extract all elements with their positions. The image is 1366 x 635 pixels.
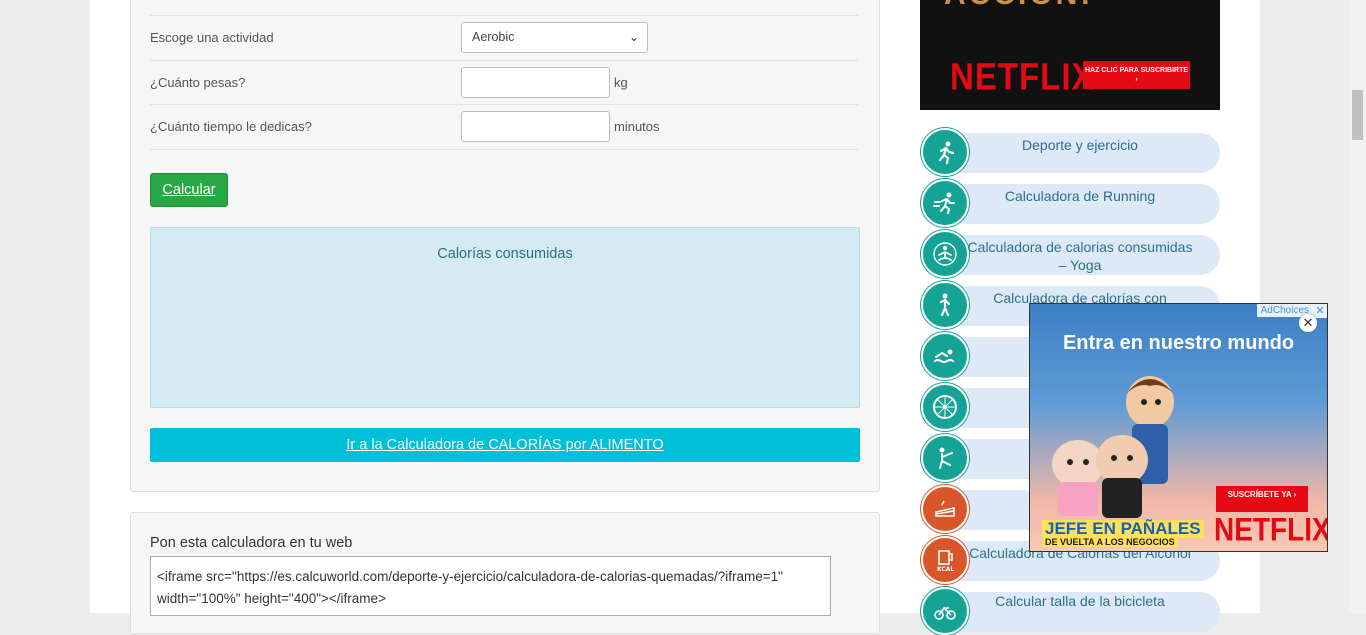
- netflix-banner-ad[interactable]: ACCIÓN! NETFLIX HAZ CLIC PARA SUSCRIBIRT…: [920, 0, 1220, 110]
- sidebar-item-label: Calculadora de Running: [1004, 188, 1156, 204]
- activity-select[interactable]: Aerobic ⌄: [461, 22, 648, 53]
- scrollbar-thumb[interactable]: [1352, 90, 1363, 140]
- ad-decor-text: ACCIÓN!: [944, 0, 1093, 12]
- sidebar-item-label: Deporte y ejercicio: [1022, 137, 1138, 153]
- svg-text:KCAL: KCAL: [937, 566, 954, 573]
- weight-field-wrap: kg: [461, 67, 628, 98]
- ad-subscribe-button[interactable]: SUSCRÍBETE YA ›: [1216, 486, 1308, 512]
- sidebar-item-yoga[interactable]: Calculadora de calorias consumidas – Yog…: [920, 228, 1220, 278]
- ad-characters-illustration: [1052, 376, 1174, 518]
- bicycle-icon: [921, 587, 969, 635]
- time-input[interactable]: [461, 111, 610, 142]
- cake-icon: [921, 485, 969, 533]
- adchoices-close-icon[interactable]: ✕: [1313, 304, 1327, 318]
- result-title: Calorías consumidas: [437, 246, 573, 262]
- weight-label: ¿Cuánto pesas?: [150, 75, 246, 90]
- bicycle-wheel-icon: [921, 383, 969, 431]
- time-label: ¿Cuánto tiempo le dedicas?: [150, 119, 312, 134]
- sidebar-item-bike-size[interactable]: Calcular talla de la bicicleta: [920, 585, 1220, 635]
- beer-kcal-icon: KCAL: [921, 536, 969, 584]
- scrollbar[interactable]: [1349, 0, 1366, 613]
- weight-input[interactable]: [461, 67, 610, 98]
- floating-netflix-ad[interactable]: AdChoices ✕ ✕ Entra en nuestro mundo SUS…: [1029, 303, 1328, 552]
- stretching-icon: [921, 434, 969, 482]
- movie-title: JEFE EN PAÑALES: [1042, 520, 1204, 538]
- chevron-down-icon: ⌄: [628, 30, 639, 44]
- time-unit: minutos: [614, 119, 660, 134]
- movie-subtitle: DE VUELTA A LOS NEGOCIOS: [1042, 537, 1178, 547]
- running-icon: [921, 128, 969, 176]
- calculate-button[interactable]: Calcular: [150, 173, 228, 207]
- activity-label: Escoge una actividad: [150, 30, 274, 45]
- time-row: ¿Cuánto tiempo le dedicas? minutos: [150, 104, 858, 150]
- sidebar-item-deporte[interactable]: Deporte y ejercicio: [920, 126, 1220, 176]
- netflix-logo: NETFLIX: [950, 55, 1095, 98]
- weight-unit: kg: [614, 75, 628, 90]
- ad-subscribe-button[interactable]: HAZ CLIC PARA SUSCRIBIRTE ›: [1083, 61, 1190, 89]
- close-icon[interactable]: ✕: [1299, 314, 1317, 332]
- time-field-wrap: minutos: [461, 111, 660, 142]
- netflix-logo: NETFLIX: [1214, 511, 1328, 548]
- food-calculator-link[interactable]: Ir a la Calculadora de CALORÍAS por ALIM…: [150, 428, 860, 462]
- sprint-icon: [921, 179, 969, 227]
- weight-row: ¿Cuánto pesas? kg: [150, 60, 858, 105]
- sidebar-item-running[interactable]: Calculadora de Running: [920, 177, 1220, 227]
- swimming-icon: [921, 332, 969, 380]
- embed-title: Pon esta calculadora en tu web: [150, 535, 353, 551]
- activity-select-value: Aerobic: [472, 30, 515, 44]
- sidebar-item-label: Calculadora de calorias consumidas – Yog…: [967, 239, 1193, 273]
- result-box: Calorías consumidas: [150, 227, 860, 408]
- ad-headline: Entra en nuestro mundo: [1062, 332, 1295, 354]
- yoga-icon: [921, 230, 969, 278]
- activity-row: Escoge una actividad Aerobic ⌄: [150, 15, 858, 60]
- walking-icon: [921, 281, 969, 329]
- embed-code-textarea[interactable]: <iframe src="https://es.calcuworld.com/d…: [150, 556, 831, 616]
- sidebar-item-label: Calcular talla de la bicicleta: [995, 593, 1165, 609]
